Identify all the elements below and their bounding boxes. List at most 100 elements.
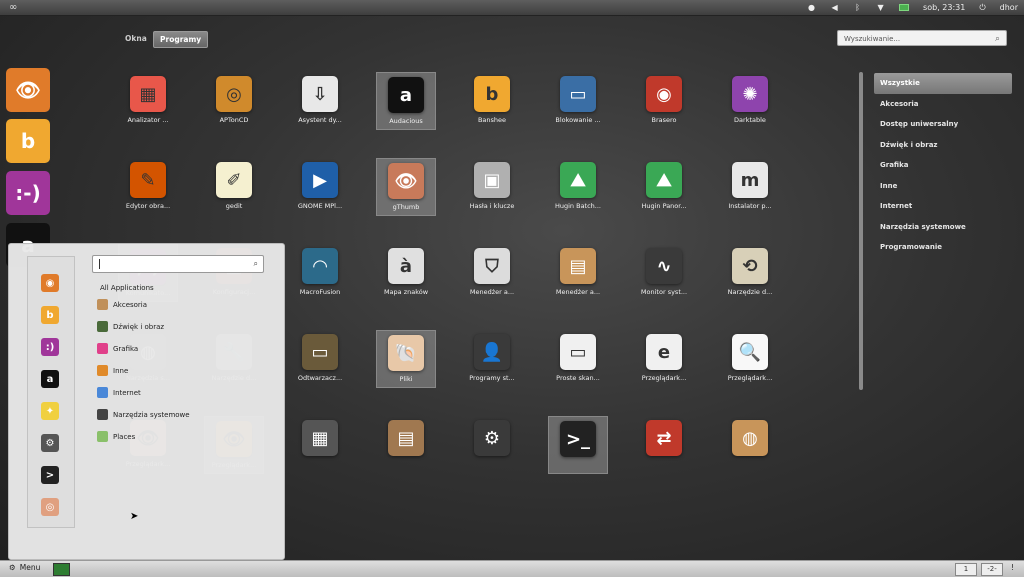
menu-category-item[interactable]: Internet [97, 387, 141, 398]
app-launcher[interactable]: ◠ MacroFusion [290, 244, 350, 302]
menu-category-item[interactable]: Inne [97, 365, 128, 376]
user-name[interactable]: dhor [1000, 3, 1018, 12]
notification-indicator[interactable]: ! [1011, 563, 1014, 572]
app-launcher[interactable]: ▭ Odtwarzacz... [290, 330, 350, 388]
category-item[interactable]: Narzędzia systemowe [874, 217, 1012, 238]
overview-icon[interactable]: ∞ [9, 2, 17, 13]
workspace-1[interactable]: 1 [955, 563, 977, 576]
app-launcher[interactable]: ⛉ Menedżer a... [462, 244, 522, 302]
app-icon: 👤 [474, 334, 510, 370]
app-icon: à [388, 248, 424, 284]
category-item[interactable]: Inne [874, 176, 1012, 197]
app-launcher[interactable]: ▶ GNOME MPl... [290, 158, 350, 216]
scrollbar[interactable] [859, 72, 863, 390]
app-label: GNOME MPl... [297, 202, 343, 210]
dock-empathy-icon[interactable]: :-) [6, 171, 50, 215]
chat-icon[interactable]: ● [807, 3, 816, 12]
workspace-2[interactable]: -2- [981, 563, 1003, 576]
category-item[interactable]: Akcesoria [874, 94, 1012, 115]
category-item[interactable]: Dostęp uniwersalny [874, 114, 1012, 135]
app-launcher[interactable]: ◉ Brasero [634, 72, 694, 130]
power-icon[interactable]: ⏻ [979, 3, 985, 13]
app-label: gThumb [392, 203, 420, 211]
app-launcher[interactable]: ⇄ [634, 416, 694, 474]
tab-windows[interactable]: Okna [119, 31, 153, 46]
app-launcher[interactable]: ▭ Proste skan... [548, 330, 608, 388]
app-launcher[interactable]: ✺ Darktable [720, 72, 780, 130]
search-placeholder: Wyszukiwanie... [844, 35, 901, 43]
network-icon[interactable]: ▼ [876, 3, 885, 12]
bluetooth-icon[interactable]: ᛒ [853, 3, 862, 12]
clock[interactable]: sob, 23:31 [923, 3, 965, 12]
category-item[interactable]: Wszystkie [874, 73, 1012, 94]
category-item[interactable]: Programowanie [874, 237, 1012, 258]
app-launcher[interactable]: ▤ [376, 416, 436, 474]
app-launcher[interactable]: a Audacious [376, 72, 436, 130]
app-launcher[interactable]: ▭ Blokowanie ... [548, 72, 608, 130]
fav-terminal-icon[interactable]: > [41, 466, 59, 484]
menu-category-item[interactable]: Akcesoria [97, 299, 147, 310]
menu-category-icon [97, 409, 108, 420]
app-icon: b [474, 76, 510, 112]
app-label: Hugin Batch... [554, 202, 601, 210]
app-launcher[interactable]: ⛰ Hugin Panor... [634, 158, 694, 216]
category-item[interactable]: Grafika [874, 155, 1012, 176]
app-icon: ✐ [216, 162, 252, 198]
app-launcher[interactable]: m Instalator p... [720, 158, 780, 216]
app-launcher[interactable]: ⇩ Asystent dy... [290, 72, 350, 130]
app-launcher[interactable]: ◎ APTonCD [204, 72, 264, 130]
app-launcher[interactable]: ✐ gedit [204, 158, 264, 216]
app-launcher[interactable]: e Przeglądark... [634, 330, 694, 388]
app-launcher[interactable]: ∿ Monitor syst... [634, 244, 694, 302]
app-label: Hugin Panor... [641, 202, 687, 210]
search-input[interactable]: Wyszukiwanie... ⌕ [837, 30, 1007, 46]
app-label: Programy st... [469, 374, 515, 382]
app-launcher[interactable]: ▤ Menedżer a... [548, 244, 608, 302]
fav-settings-icon[interactable]: ⚙ [41, 434, 59, 452]
fav-files-icon[interactable]: ◎ [41, 498, 59, 516]
app-launcher[interactable]: >_ [548, 416, 608, 474]
fav-gthumb-icon[interactable]: ◉ [41, 274, 59, 292]
tab-programs[interactable]: Programy [153, 31, 209, 48]
menu-search-input[interactable]: ⌕ [92, 255, 264, 273]
app-launcher[interactable]: ⚙ [462, 416, 522, 474]
app-launcher[interactable]: b Banshee [462, 72, 522, 130]
app-icon: ▤ [388, 420, 424, 456]
app-icon: ▭ [560, 334, 596, 370]
app-icon: e [646, 334, 682, 370]
fav-audacious-icon[interactable]: a [41, 370, 59, 388]
category-item[interactable]: Dźwięk i obraz [874, 135, 1012, 156]
app-launcher[interactable]: ⛰ Hugin Batch... [548, 158, 608, 216]
volume-icon[interactable]: ◀ [830, 3, 839, 12]
menu-category-item[interactable]: Grafika [97, 343, 138, 354]
fav-banshee-icon[interactable]: b [41, 306, 59, 324]
app-icon: ◉ [646, 76, 682, 112]
menu-button[interactable]: ⚙ Menu [9, 563, 40, 572]
menu-category-item[interactable]: Dźwięk i obraz [97, 321, 164, 332]
app-launcher[interactable]: ◍ [720, 416, 780, 474]
menu-category-label: Places [113, 432, 136, 441]
fav-star-icon[interactable]: ✦ [41, 402, 59, 420]
app-launcher[interactable]: 👤 Programy st... [462, 330, 522, 388]
menu-category-icon [97, 387, 108, 398]
app-label: Edytor obra... [125, 202, 171, 210]
terminal-launcher-icon[interactable] [53, 563, 70, 576]
app-launcher[interactable]: à Mapa znaków [376, 244, 436, 302]
app-launcher[interactable]: ✎ Edytor obra... [118, 158, 178, 216]
menu-category-label: Dźwięk i obraz [113, 322, 165, 331]
fav-empathy-icon[interactable]: :) [41, 338, 59, 356]
app-launcher[interactable]: ▦ [290, 416, 350, 474]
menu-category-item[interactable]: Narzędzia systemowe [97, 409, 190, 420]
app-launcher[interactable]: ▣ Hasła i klucze [462, 158, 522, 216]
battery-icon[interactable] [899, 4, 910, 11]
app-launcher[interactable]: 🐚 Pliki [376, 330, 436, 388]
dock-banshee-icon[interactable]: b [6, 119, 50, 163]
app-launcher[interactable]: ▦ Analizator ... [118, 72, 178, 130]
app-launcher[interactable]: 👁 gThumb [376, 158, 436, 216]
app-launcher[interactable]: ⟲ Narzędzie d... [720, 244, 780, 302]
dock-gthumb-icon[interactable]: 👁 [6, 68, 50, 112]
app-launcher[interactable]: 🔍 Przeglądark... [720, 330, 780, 388]
menu-category-item[interactable]: Places [97, 431, 135, 442]
category-item[interactable]: Internet [874, 196, 1012, 217]
menu-all-applications[interactable]: All Applications [100, 284, 154, 292]
